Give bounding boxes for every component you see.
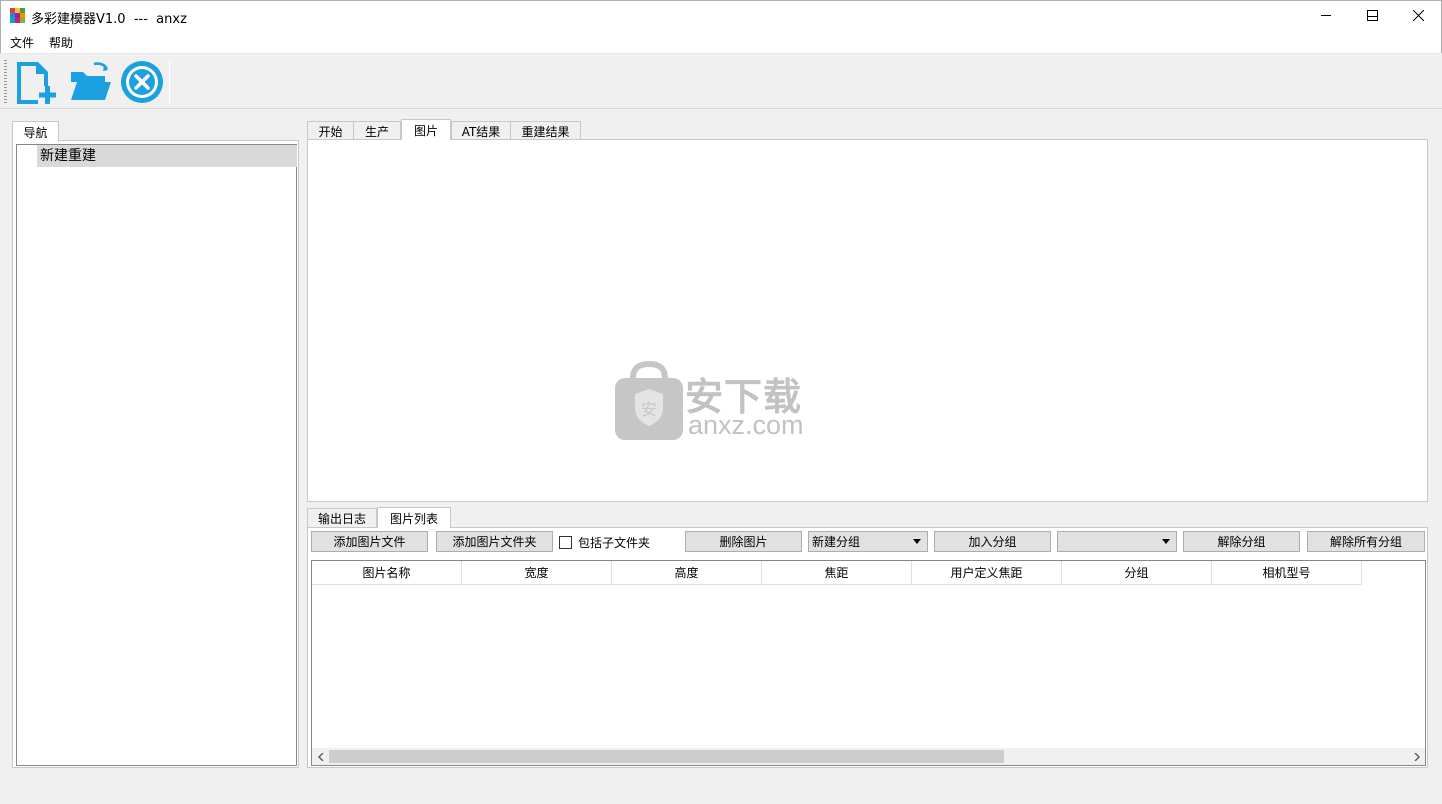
horizontal-scrollbar[interactable]	[312, 748, 1425, 765]
add-image-folder-button[interactable]: 添加图片文件夹	[436, 531, 553, 552]
image-list-frame: 添加图片文件 添加图片文件夹 包括子文件夹 删除图片 新建分组 加入分组 解除分…	[307, 527, 1428, 768]
close-project-button[interactable]	[118, 58, 166, 106]
watermark: 安 安下载 anxz.com	[613, 360, 833, 442]
tab-reconstruction-results[interactable]: 重建结果	[510, 121, 581, 141]
chevron-right-icon	[1413, 752, 1420, 761]
window-title: 多彩建模器V1.0 --- anxz	[31, 12, 187, 27]
navigation-panel: 导航 新建重建	[12, 121, 299, 768]
column-header-group[interactable]: 分组	[1062, 561, 1212, 585]
shield-bag-icon: 安	[615, 360, 683, 440]
tab-production[interactable]: 生产	[353, 121, 401, 141]
new-project-button[interactable]	[12, 58, 60, 106]
chevron-down-icon	[1162, 539, 1170, 544]
scroll-left-button[interactable]	[312, 748, 329, 765]
delete-image-button[interactable]: 删除图片	[685, 531, 802, 552]
image-table[interactable]: 图片名称 宽度 高度 焦距 用户定义焦距 分组 相机型号	[311, 560, 1426, 766]
close-window-button[interactable]	[1395, 0, 1441, 30]
tab-image-list[interactable]: 图片列表	[377, 507, 451, 528]
tab-start[interactable]: 开始	[307, 121, 354, 141]
group-select[interactable]	[1057, 531, 1177, 552]
close-circle-icon	[121, 61, 163, 103]
column-header-image-name[interactable]: 图片名称	[312, 561, 462, 585]
tree-item-new-reconstruction[interactable]: 新建重建	[37, 145, 297, 167]
title-bar: 多彩建模器V1.0 --- anxz	[0, 0, 1442, 31]
include-subfolder-checkbox[interactable]	[559, 535, 572, 549]
chevron-left-icon	[317, 752, 324, 761]
include-subfolder-option[interactable]: 包括子文件夹	[559, 533, 650, 551]
new-group-select[interactable]: 新建分组	[808, 531, 928, 552]
minimize-icon	[1320, 14, 1331, 16]
column-header-camera-model[interactable]: 相机型号	[1212, 561, 1362, 585]
chevron-down-icon	[913, 539, 921, 544]
image-viewer-area[interactable]: 安 安下载 anxz.com	[307, 139, 1428, 502]
open-project-button[interactable]	[67, 58, 115, 106]
join-group-button[interactable]: 加入分组	[934, 531, 1051, 552]
table-header: 图片名称 宽度 高度 焦距 用户定义焦距 分组 相机型号	[312, 561, 1362, 585]
main-panel: 开始 生产 图片 AT结果 重建结果 安 安下载 anxz.com	[307, 119, 1428, 503]
menu-file[interactable]: 文件	[10, 34, 34, 51]
app-logo-icon	[10, 8, 25, 23]
tab-images[interactable]: 图片	[401, 119, 451, 140]
scrollbar-thumb[interactable]	[329, 750, 1004, 763]
navigation-frame: 新建重建	[12, 140, 299, 768]
tab-at-results[interactable]: AT结果	[451, 121, 511, 141]
watermark-domain: anxz.com	[688, 410, 804, 440]
column-header-width[interactable]: 宽度	[462, 561, 612, 585]
svg-text:安: 安	[641, 400, 657, 419]
open-folder-icon	[71, 62, 111, 100]
toolbar-grip[interactable]	[4, 60, 7, 104]
include-subfolder-label: 包括子文件夹	[578, 535, 651, 550]
navigation-tree[interactable]: 新建重建	[16, 144, 297, 766]
add-image-file-button[interactable]: 添加图片文件	[311, 531, 428, 552]
column-header-user-focal-length[interactable]: 用户定义焦距	[912, 561, 1062, 585]
tab-navigation[interactable]: 导航	[12, 121, 59, 142]
new-group-select-value: 新建分组	[812, 535, 861, 549]
toolbar	[0, 53, 1442, 109]
bottom-panel: 输出日志 图片列表 添加图片文件 添加图片文件夹 包括子文件夹 删除图片 新建分…	[307, 507, 1428, 768]
close-icon	[1412, 9, 1424, 21]
minimize-window-button[interactable]	[1303, 0, 1349, 30]
ungroup-all-button[interactable]: 解除所有分组	[1307, 531, 1425, 552]
menu-bar: 文件 帮助	[0, 31, 1442, 53]
maximize-icon	[1366, 9, 1378, 21]
tab-output-log[interactable]: 输出日志	[307, 508, 377, 528]
column-header-focal-length[interactable]: 焦距	[762, 561, 912, 585]
maximize-window-button[interactable]	[1349, 0, 1395, 30]
column-header-height[interactable]: 高度	[612, 561, 762, 585]
toolbar-separator	[169, 60, 170, 104]
scroll-right-button[interactable]	[1408, 748, 1425, 765]
menu-help[interactable]: 帮助	[49, 34, 73, 51]
ungroup-button[interactable]: 解除分组	[1183, 531, 1300, 552]
new-document-icon	[17, 62, 56, 104]
